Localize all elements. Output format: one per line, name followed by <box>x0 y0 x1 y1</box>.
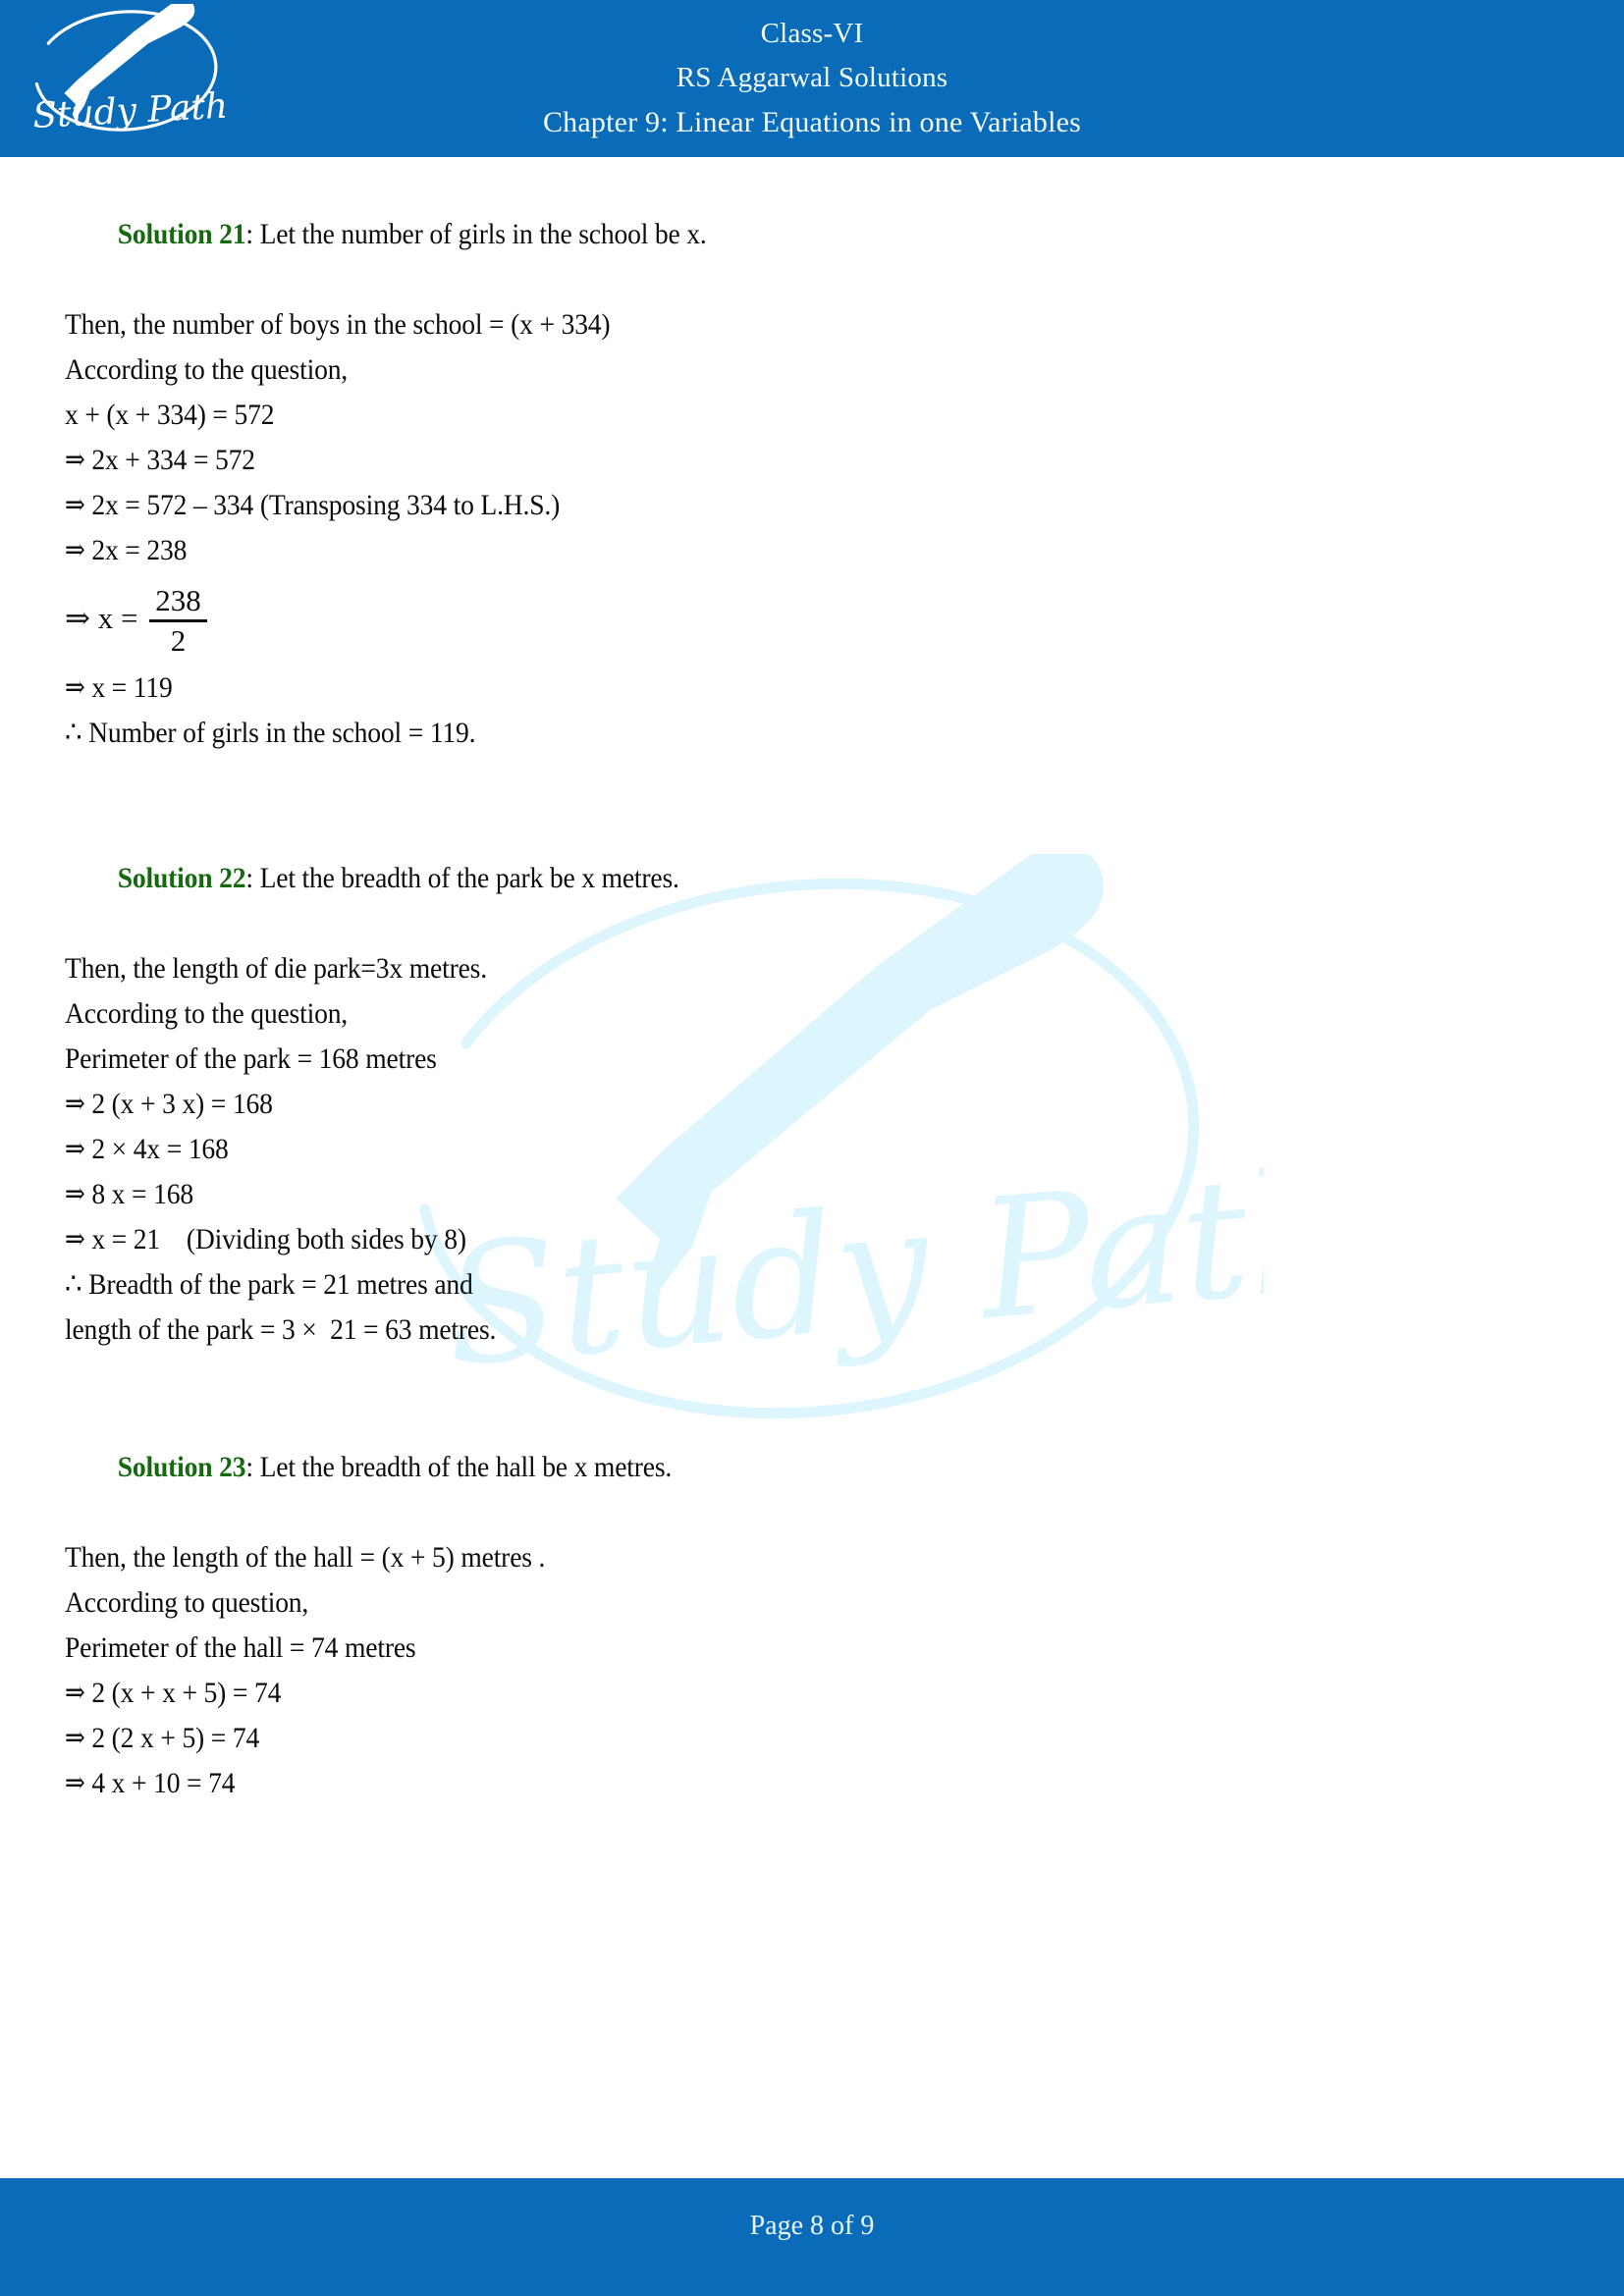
page-number-label: Page 8 of 9 <box>749 2211 875 2241</box>
fraction-lead-text: ⇒ x = <box>65 601 146 635</box>
document-body: Solution 21: Let the number of girls in … <box>0 157 1624 1806</box>
solution-23-line-3: Perimeter of the hall = 74 metres <box>65 1631 416 1664</box>
solution-23-line-5: ⇒ 2 (2 x + 5) = 74 <box>65 1722 260 1754</box>
solution-22-line-4: ⇒ 2 (x + 3 x) = 168 <box>65 1088 273 1120</box>
fraction-denominator: 2 <box>170 622 187 658</box>
solution-23-label: Solution 23 <box>117 1451 246 1483</box>
solution-21-line-2: According to the question, <box>65 353 349 386</box>
solution-21-fraction-line: ⇒ x = 238 2 <box>65 567 1565 669</box>
header-class-line: Class-VI <box>760 18 864 49</box>
solution-21-label: Solution 21 <box>117 218 246 250</box>
solution-21-line-6: ⇒ 2x = 238 <box>65 534 188 566</box>
solution-22-line-7: ⇒ x = 21 (Dividing both sides by 8) <box>65 1223 466 1255</box>
solution-21-intro-line: Solution 21: Let the number of girls in … <box>65 167 1445 302</box>
solution-21-result-line: ⇒ x = 119 <box>65 671 173 704</box>
solution-23-label-suffix: : <box>245 1451 260 1483</box>
solution-22-line-8: ∴ Breadth of the park = 21 metres and <box>65 1268 473 1301</box>
solution-21-intro-text: Let the number of girls in the school be… <box>259 218 707 250</box>
solution-22-line-2: According to the question, <box>65 997 349 1030</box>
fraction-numerator: 238 <box>155 582 201 617</box>
solution-separator-22-23 <box>0 1353 1624 1400</box>
solution-22-line-6: ⇒ 8 x = 168 <box>65 1178 193 1210</box>
solution-23-line-6: ⇒ 4 x + 10 = 74 <box>65 1767 236 1799</box>
solution-21-line-4: ⇒ 2x + 334 = 572 <box>65 444 255 476</box>
solution-block-23: Solution 23: Let the breadth of the hall… <box>0 1400 1624 1806</box>
page-footer: Page 8 of 9 <box>0 2178 1624 2296</box>
solution-23-line-2: According to question, <box>65 1586 309 1619</box>
solution-23-intro-text: Let the breadth of the hall be x metres. <box>259 1451 673 1483</box>
solution-21-line-1: Then, the number of boys in the school =… <box>65 308 611 341</box>
solution-22-line-5: ⇒ 2 × 4x = 168 <box>65 1133 229 1165</box>
solution-22-label: Solution 22 <box>117 862 246 894</box>
solution-23-line-4: ⇒ 2 (x + x + 5) = 74 <box>65 1677 282 1709</box>
solution-22-intro-line: Solution 22: Let the breadth of the park… <box>65 811 1445 946</box>
solution-block-22: Solution 22: Let the breadth of the park… <box>0 811 1624 1353</box>
solution-block-21: Solution 21: Let the number of girls in … <box>0 157 1624 756</box>
solution-23-intro-line: Solution 23: Let the breadth of the hall… <box>65 1400 1445 1535</box>
solution-21-conclusion-line: ∴ Number of girls in the school = 119. <box>65 717 476 749</box>
solution-21-line-5: ⇒ 2x = 572 – 334 (Transposing 334 to L.H… <box>65 489 561 521</box>
solution-23-line-1: Then, the length of the hall = (x + 5) m… <box>65 1541 546 1574</box>
page-header: Study Path Class-VI RS Aggarwal Solution… <box>0 0 1624 157</box>
solution-22-label-suffix: : <box>245 862 260 894</box>
header-book-line: RS Aggarwal Solutions <box>676 62 948 93</box>
header-title-group: Class-VI RS Aggarwal Solutions Chapter 9… <box>0 12 1624 144</box>
solution-22-line-1: Then, the length of die park=3x metres. <box>65 952 487 985</box>
solution-22-line-3: Perimeter of the park = 168 metres <box>65 1042 437 1075</box>
header-chapter-line: Chapter 9: Linear Equations in one Varia… <box>542 106 1082 138</box>
solution-22-intro-text: Let the breadth of the park be x metres. <box>259 862 679 894</box>
fraction-238-over-2: 238 2 <box>149 582 207 660</box>
solution-22-line-9: length of the park = 3 × 21 = 63 metres. <box>65 1313 497 1346</box>
solution-21-label-suffix: : <box>245 218 260 250</box>
solution-separator-21-22 <box>0 756 1624 811</box>
solution-21-line-3: x + (x + 334) = 572 <box>65 399 275 431</box>
document-page: Study Path Study Path Class-VI RS Aggarw… <box>0 0 1624 2296</box>
